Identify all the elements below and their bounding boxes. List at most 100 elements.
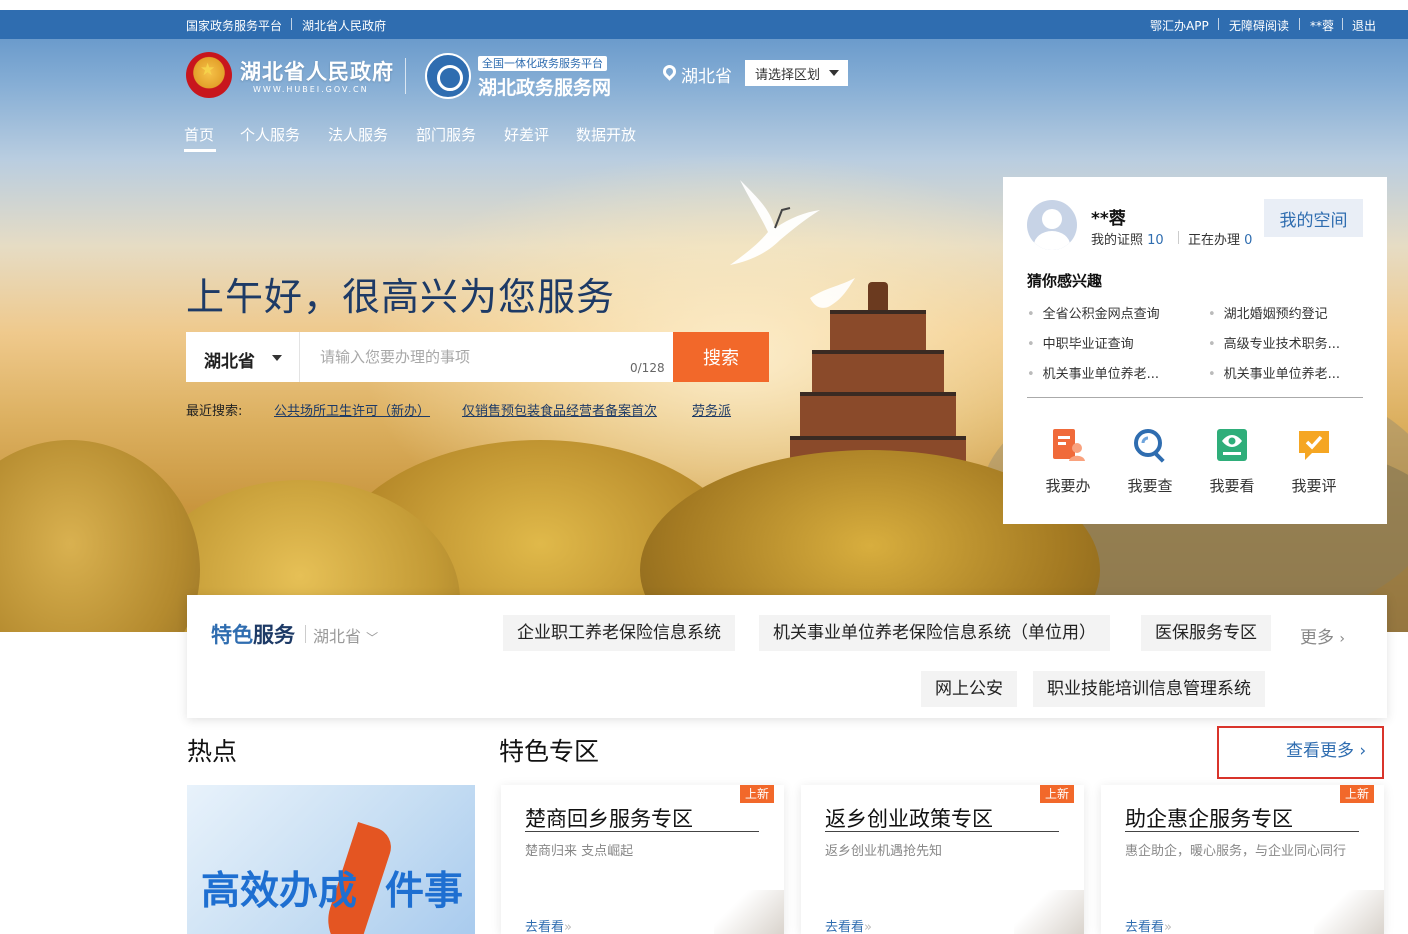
recent-search-link[interactable]: 公共场所卫生许可（新办） xyxy=(274,400,430,419)
caret-down-icon xyxy=(829,70,839,76)
cert-label: 我的证照 xyxy=(1091,233,1144,248)
zone-card-desc: 惠企助企，暖心服务，与企业同心同行 xyxy=(1125,844,1347,859)
zone-card[interactable]: 上新 返乡创业政策专区 返乡创业机遇抢先知 去看看» xyxy=(801,785,1084,934)
topbar-user-name[interactable]: **蓉 xyxy=(1310,17,1334,34)
recent-search-label: 最近搜索: xyxy=(186,404,243,419)
greeting-title: 上午好，很高兴为您服务 xyxy=(186,275,616,319)
topbar-link-accessibility[interactable]: 无障碍阅读 xyxy=(1229,17,1289,34)
cert-count: 10 xyxy=(1147,233,1164,248)
topbar-separator xyxy=(1299,18,1300,30)
featured-chip[interactable]: 企业职工养老保险信息系统 xyxy=(503,615,735,651)
featured-title-b: 服务 xyxy=(253,623,295,647)
hot-banner[interactable]: 高效办成 件事 xyxy=(187,785,475,934)
featured-separator xyxy=(305,625,306,643)
hot-section-title: 热点 xyxy=(187,737,238,766)
featured-province-select[interactable]: 湖北省 ﹀ xyxy=(313,623,378,647)
avatar[interactable] xyxy=(1027,200,1077,250)
action-label: 我要办 xyxy=(1045,477,1091,495)
zone-card-underline xyxy=(525,831,759,832)
topbar-link-national[interactable]: 国家政务服务平台 xyxy=(186,17,282,34)
action-rate[interactable]: 我要评 xyxy=(1281,427,1347,496)
recent-search-link[interactable]: 仅销售预包装食品经营者备案首次 xyxy=(462,400,657,419)
new-badge: 上新 xyxy=(1039,785,1074,803)
chevron-right-icon: › xyxy=(1359,741,1367,761)
zone-card-decoration xyxy=(1314,890,1384,934)
caret-down-icon xyxy=(272,355,282,361)
topbar-link-app[interactable]: 鄂汇办APP xyxy=(1150,17,1209,34)
my-space-button[interactable]: 我的空间 xyxy=(1264,199,1363,237)
zone-card[interactable]: 上新 楚商回乡服务专区 楚商归来 支点崛起 去看看» xyxy=(501,785,784,934)
topbar-link-province[interactable]: 湖北省人民政府 xyxy=(302,17,386,34)
go-label: 去看看 xyxy=(1125,920,1165,934)
new-badge: 上新 xyxy=(1339,785,1374,803)
featured-title-a: 特色 xyxy=(211,623,253,647)
nav-active-indicator xyxy=(184,149,216,152)
recent-search-link[interactable]: 劳务派 xyxy=(692,400,731,419)
featured-chip[interactable]: 网上公安 xyxy=(921,671,1017,707)
nav-tab-department[interactable]: 部门服务 xyxy=(416,124,476,145)
go-label: 去看看 xyxy=(525,920,565,934)
featured-chip[interactable]: 医保服务专区 xyxy=(1141,615,1271,651)
zone-card-title: 楚商回乡服务专区 xyxy=(525,807,693,831)
view-more-link[interactable]: 查看更多 › xyxy=(1286,736,1366,761)
featured-more-label: 更多 xyxy=(1300,628,1334,648)
service-site-name[interactable]: 湖北政务服务网 xyxy=(478,73,611,100)
nav-tab-rating[interactable]: 好差评 xyxy=(504,124,549,145)
gov-site-name[interactable]: 湖北省人民政府 xyxy=(240,56,394,86)
zone-card-desc: 返乡创业机遇抢先知 xyxy=(825,844,943,859)
topbar-logout-link[interactable]: 退出 xyxy=(1352,17,1376,34)
handling-count: 0 xyxy=(1244,233,1253,248)
banner-text-b: 件事 xyxy=(385,869,464,914)
region-select-label: 请选择区划 xyxy=(755,67,821,83)
user-panel: **蓉 我的证照 10 正在办理 0 我的空间 猜你感兴趣 全省公积金网点查询 … xyxy=(1003,177,1387,524)
search-province-label: 湖北省 xyxy=(204,352,255,372)
action-label: 我要查 xyxy=(1127,477,1173,495)
gov-site-url: WWW.HUBEI.GOV.CN xyxy=(253,85,369,94)
zone-card-go-link[interactable]: 去看看» xyxy=(525,916,572,934)
interest-item[interactable]: 全省公积金网点查询 xyxy=(1027,303,1160,322)
featured-more-link[interactable]: 更多 › xyxy=(1300,623,1345,648)
zone-card-desc: 楚商归来 支点崛起 xyxy=(525,844,634,859)
search-input[interactable] xyxy=(302,332,672,382)
user-cert-stat[interactable]: 我的证照 10 xyxy=(1091,229,1164,248)
featured-title: 特色服务 xyxy=(211,619,295,649)
featured-chip[interactable]: 职业技能培训信息管理系统 xyxy=(1033,671,1265,707)
zones-section-title: 特色专区 xyxy=(499,737,600,766)
interest-item[interactable]: 中职毕业证查询 xyxy=(1027,333,1134,352)
topbar-separator xyxy=(291,18,292,30)
interest-item[interactable]: 机关事业单位养老... xyxy=(1027,363,1159,382)
chat-check-icon xyxy=(1299,431,1329,460)
handling-label: 正在办理 xyxy=(1188,233,1241,248)
national-emblem-icon xyxy=(186,52,232,98)
search-province-select[interactable]: 湖北省 xyxy=(186,332,300,382)
featured-services-bar: 特色服务 湖北省 ﹀ 企业职工养老保险信息系统 机关事业单位养老保险信息系统（单… xyxy=(187,595,1387,718)
nav-tab-legal-entity[interactable]: 法人服务 xyxy=(328,124,388,145)
search-button[interactable]: 搜索 xyxy=(673,332,769,382)
action-view[interactable]: 我要看 xyxy=(1199,427,1265,496)
action-apply[interactable]: 我要办 xyxy=(1035,427,1101,496)
region-select-button[interactable]: 请选择区划 xyxy=(745,60,848,86)
go-label: 去看看 xyxy=(825,920,865,934)
eye-screen-icon xyxy=(1217,429,1247,461)
nav-tab-personal[interactable]: 个人服务 xyxy=(240,124,300,145)
interest-item[interactable]: 湖北婚姻预约登记 xyxy=(1208,303,1328,322)
search-char-count: 0/128 xyxy=(630,361,665,375)
zone-card-underline xyxy=(1125,831,1359,832)
banner-text-a: 高效办成 xyxy=(201,869,358,914)
chevron-right-icon: › xyxy=(1339,631,1346,647)
double-chevron-icon: » xyxy=(1164,920,1172,934)
interest-item[interactable]: 高级专业技术职务... xyxy=(1208,333,1340,352)
zone-card-decoration xyxy=(1014,890,1084,934)
service-logo-icon xyxy=(425,53,471,99)
zone-card-go-link[interactable]: 去看看» xyxy=(825,916,872,934)
featured-chip[interactable]: 机关事业单位养老保险信息系统（单位用） xyxy=(759,615,1110,651)
zone-card-go-link[interactable]: 去看看» xyxy=(1125,916,1172,934)
nav-tab-open-data[interactable]: 数据开放 xyxy=(576,124,636,145)
user-name: **蓉 xyxy=(1091,209,1126,229)
crane-illustration xyxy=(730,180,820,265)
nav-tab-home[interactable]: 首页 xyxy=(184,124,214,145)
zone-card[interactable]: 上新 助企惠企服务专区 惠企助企，暖心服务，与企业同心同行 去看看» xyxy=(1101,785,1384,934)
action-query[interactable]: 我要查 xyxy=(1117,427,1183,496)
user-handling-stat[interactable]: 正在办理 0 xyxy=(1188,229,1252,248)
interest-item[interactable]: 机关事业单位养老... xyxy=(1208,363,1340,382)
